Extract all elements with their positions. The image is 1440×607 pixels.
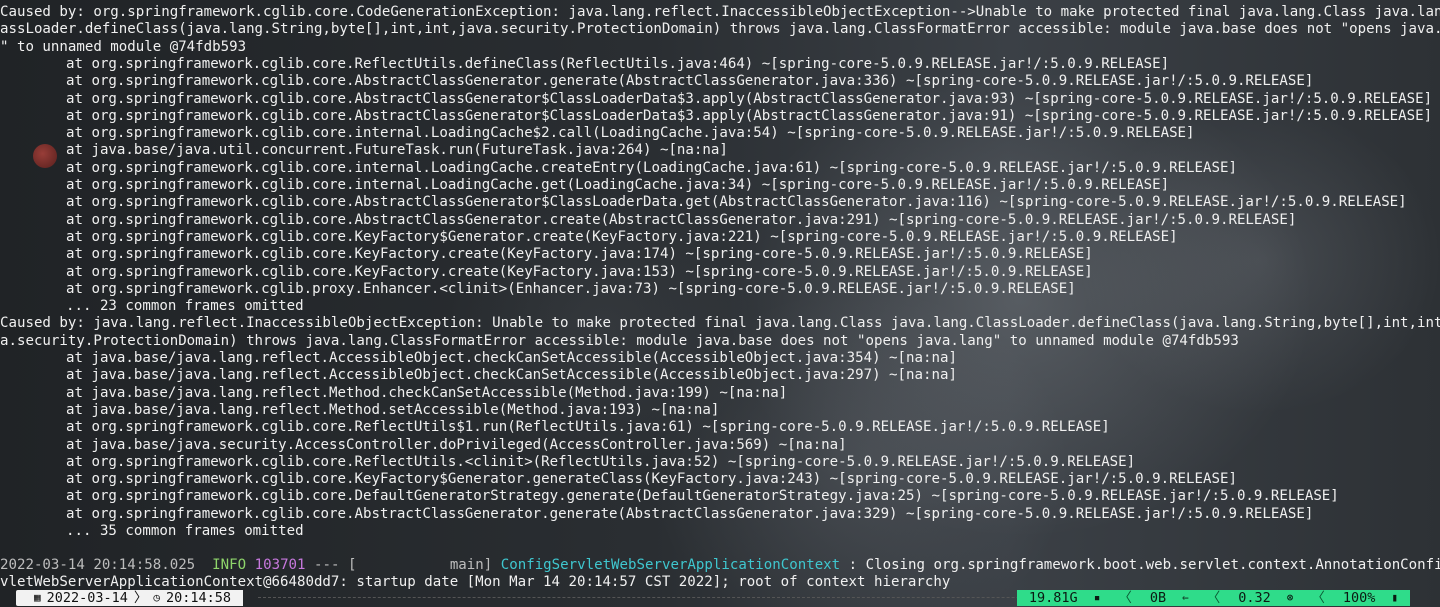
cpu-icon: ⊛ [1286,591,1294,604]
stack-frame-line: at org.springframework.cglib.core.Abstra… [66,211,1297,228]
calendar-icon: ▦ [34,591,41,604]
terminal-line: " to unnamed module @74fdb593 [0,38,247,55]
stack-frame-line: at org.springframework.cglib.core.intern… [66,177,1170,193]
frames-omitted-line: ... 23 common frames omitted [66,298,304,315]
stack-frame-line: at org.springframework.cglib.core.KeyFac… [66,246,1093,263]
stack-frame-line: at org.springframework.cglib.core.intern… [66,159,1237,176]
frames-omitted-line: ... 35 common frames omitted [66,523,304,539]
system-stats-segment: 19.81G ▪ 〈 0B ⇐ 〈 0.32 ⊛ 〈 100% ▮ [1016,590,1410,606]
log-separator: --- [314,557,340,573]
terminal-line: assLoader.defineClass(java.lang.String,b… [0,21,1440,38]
stack-frame-line: at org.springframework.cglib.proxy.Enhan… [66,280,1076,297]
log-entry-line: 2022-03-14 20:14:58.025 INFO 103701 --- … [0,557,1440,574]
segment-separator: 〈 [1311,590,1325,606]
stack-frame-line: at org.springframework.cglib.core.Abstra… [66,107,1433,124]
stack-frame-line: at java.base/java.security.AccessControl… [66,436,847,453]
stack-frame-line: at java.base/java.lang.reflect.Accessibl… [66,350,957,366]
clock-icon: ◷ [153,591,161,604]
stack-frame-line: at java.base/java.lang.reflect.Method.ch… [66,384,788,401]
log-logger: ConfigServletWebServerApplicationContext [500,557,841,573]
log-thread: [ main] [348,557,493,573]
stack-frame-line: at org.springframework.cglib.core.Abstra… [66,194,1407,211]
log-level: INFO [212,557,247,573]
log-pid: 103701 [254,557,306,573]
stack-frame-line: at org.springframework.cglib.core.Abstra… [66,73,1314,90]
stack-frame-line: at java.base/java.util.concurrent.Future… [66,142,728,159]
log-message: : Closing org.springframework.boot.web.s… [840,557,1440,573]
stack-frame-line: at org.springframework.cglib.core.Abstra… [66,505,1314,522]
segment-separator: 〈 [1206,590,1221,606]
status-date: 2022-03-14 [46,590,128,606]
segment-separator: 〈 [1118,590,1132,606]
terminal-line: a.security.ProtectionDomain) throws java… [0,332,1239,349]
terminal-line: Caused by: java.lang.reflect.Inaccessibl… [0,315,1440,332]
stack-frame-line: at org.springframework.cglib.core.KeyFac… [66,471,1237,488]
terminal-line: Caused by: org.springframework.cglib.cor… [0,4,1440,20]
stack-frame-line: at org.springframework.cglib.core.Reflec… [66,453,1136,470]
datetime-segment: ▦ 2022-03-14 〉 ◷ 20:14:58 [16,590,244,606]
stack-frame-line: at org.springframework.cglib.core.intern… [66,125,1195,142]
stack-frame-line: at java.base/java.lang.reflect.Accessibl… [66,367,957,384]
stack-frame-line: at org.springframework.cglib.core.Defaul… [66,488,1339,505]
log-timestamp: 2022-03-14 20:14:58.025 [0,557,196,573]
stack-frame-line: at org.springframework.cglib.core.Reflec… [66,419,1110,436]
memory-value: 19.81G [1028,590,1078,606]
stack-frame-line: at org.springframework.cglib.core.Abstra… [66,90,1433,107]
download-arrow-icon: ⇐ [1182,591,1189,604]
status-bar: ▦ 2022-03-14 〉 ◷ 20:14:58 19.81G ▪ 〈 0B ⇐ … [0,589,1440,607]
stack-frame-line: at org.springframework.cglib.core.KeyFac… [66,263,1093,280]
network-value: 0B [1149,590,1167,606]
segment-separator: 〉 [133,590,148,606]
load-value: 0.32 [1238,590,1271,606]
stack-frame-line: at org.springframework.cglib.core.Reflec… [66,55,1170,72]
battery-icon: ▮ [1391,591,1398,604]
battery-value: 100% [1342,590,1376,606]
memory-icon: ▪ [1093,591,1101,604]
status-time: 20:14:58 [166,590,232,606]
stack-frame-line: at org.springframework.cglib.core.KeyFac… [66,228,1178,245]
stack-frame-line: at java.base/java.lang.reflect.Method.se… [66,401,720,418]
